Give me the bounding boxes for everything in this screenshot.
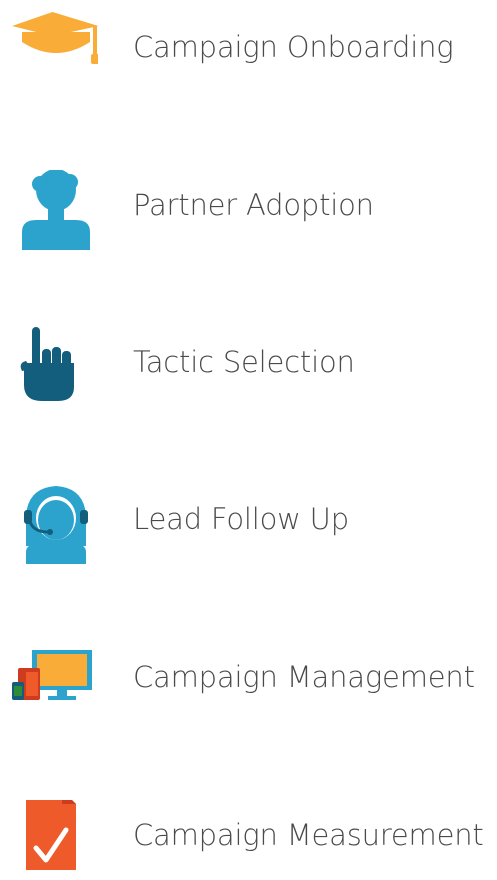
person-icon bbox=[12, 170, 98, 250]
devices-icon bbox=[12, 642, 98, 722]
list-item-partner-adoption: Partner Adoption bbox=[0, 170, 497, 250]
item-label: Tactic Selection bbox=[133, 345, 355, 379]
item-label: Campaign Measurement bbox=[133, 818, 484, 852]
list-item-campaign-management: Campaign Management bbox=[0, 642, 497, 722]
item-label: Campaign Onboarding bbox=[133, 30, 454, 64]
item-label: Partner Adoption bbox=[133, 188, 374, 222]
headset-agent-icon bbox=[12, 484, 98, 564]
item-label: Campaign Management bbox=[133, 660, 475, 694]
pointing-hand-icon bbox=[12, 327, 98, 407]
list-item-tactic-selection: Tactic Selection bbox=[0, 327, 497, 407]
list-item-lead-follow-up: Lead Follow Up bbox=[0, 484, 497, 564]
item-label: Lead Follow Up bbox=[133, 502, 349, 536]
checkmark-document-icon bbox=[12, 800, 98, 880]
graduation-cap-icon bbox=[12, 12, 98, 92]
list-item-campaign-measurement: Campaign Measurement bbox=[0, 800, 497, 880]
list-item-campaign-onboarding: Campaign Onboarding bbox=[0, 12, 497, 92]
